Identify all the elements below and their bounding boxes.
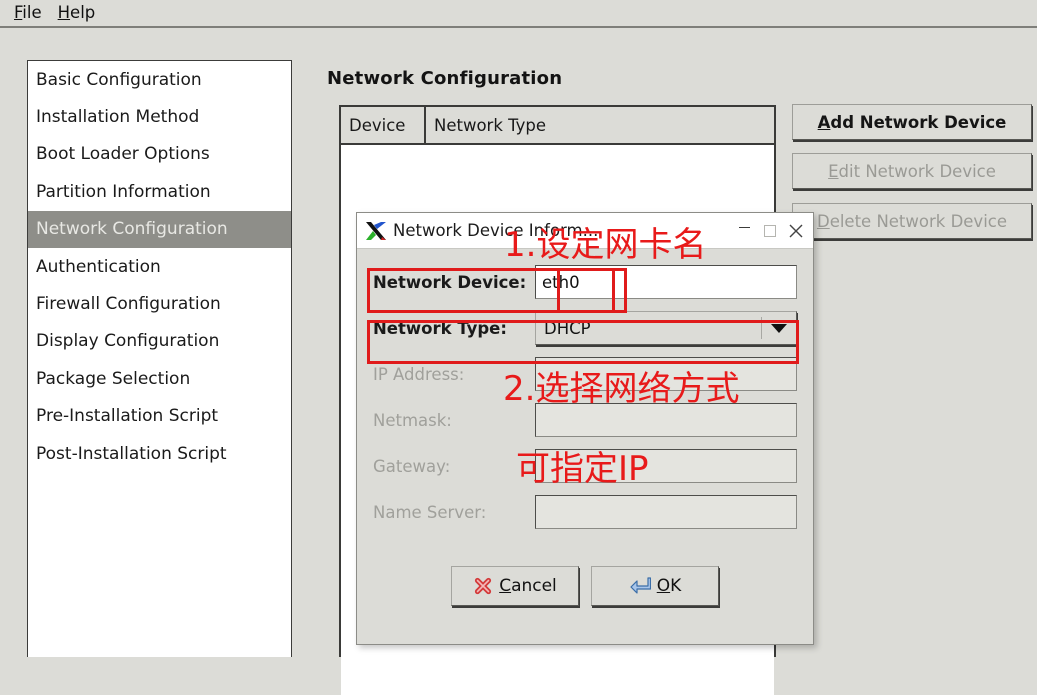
cancel-label: ancel [511, 576, 557, 596]
sidebar-item-authentication[interactable]: Authentication [28, 248, 291, 285]
sidebar-item-post-installation-script[interactable]: Post-Installation Script [28, 435, 291, 472]
table-column-header-device[interactable]: Device [341, 107, 426, 143]
dialog-form: Network Device: eth0 Network Type: DHCP … [357, 249, 813, 531]
page-title: Network Configuration [327, 68, 563, 89]
network-device-input[interactable]: eth0 [535, 265, 797, 299]
menu-item-file[interactable]: File [10, 3, 54, 23]
ok-button[interactable]: OK [591, 566, 719, 606]
field-row-netmask: Netmask: [373, 401, 797, 439]
close-icon[interactable] [783, 218, 809, 244]
field-row-gateway: Gateway: [373, 447, 797, 485]
gateway-label: Gateway: [373, 456, 451, 476]
add-button-label: dd Network Device [830, 112, 1007, 132]
edit-button-label: dit Network Device [838, 161, 996, 181]
menu-help-rest: elp [70, 3, 96, 22]
sidebar-item-boot-loader-options[interactable]: Boot Loader Options [28, 136, 291, 173]
edit-button-accel: E [828, 161, 839, 181]
sidebar-item-label: Display Configuration [36, 331, 220, 352]
minimize-button[interactable] [731, 218, 757, 244]
cancel-accel: C [499, 576, 512, 596]
red-x-icon [475, 577, 492, 595]
sidebar-item-label: Basic Configuration [36, 69, 202, 90]
name-server-input [535, 495, 797, 529]
field-row-network-device: Network Device: eth0 [373, 263, 797, 301]
ok-label: K [670, 576, 682, 596]
sidebar-item-label: Installation Method [36, 107, 200, 128]
ip-address-input [535, 357, 797, 391]
table-header-row: Device Network Type [341, 107, 774, 145]
field-row-name-server: Name Server: [373, 493, 797, 531]
sidebar-item-network-configuration[interactable]: Network Configuration [28, 210, 291, 248]
delete-network-device-button: Delete Network Device [792, 203, 1032, 239]
sidebar-item-label: Boot Loader Options [36, 144, 210, 165]
dialog-title: Network Device Inform... [393, 221, 599, 240]
sidebar-item-pre-installation-script[interactable]: Pre-Installation Script [28, 398, 291, 435]
chevron-down-icon[interactable] [762, 323, 796, 333]
sidebar-item-label: Network Configuration [36, 219, 228, 240]
dialog-button-row: Cancel OK [357, 566, 813, 606]
ip-address-label: IP Address: [373, 364, 465, 384]
add-network-device-button[interactable]: Add Network Device [792, 104, 1032, 140]
network-type-dropdown[interactable]: DHCP [535, 311, 797, 345]
sidebar-item-label: Pre-Installation Script [36, 406, 219, 427]
network-device-information-dialog: Network Device Inform... Network Device:… [356, 212, 814, 645]
network-type-value: DHCP [544, 318, 591, 338]
add-button-accel: A [817, 112, 831, 132]
sidebar-item-basic-configuration[interactable]: Basic Configuration [28, 61, 291, 98]
sidebar-item-label: Authentication [36, 256, 161, 277]
sidebar-item-package-selection[interactable]: Package Selection [28, 360, 291, 397]
sidebar-item-display-configuration[interactable]: Display Configuration [28, 323, 291, 360]
delete-button-label: elete Network Device [829, 211, 1008, 231]
sidebar-item-installation-method[interactable]: Installation Method [28, 98, 291, 135]
sidebar-item-label: Partition Information [36, 181, 211, 202]
cancel-button[interactable]: Cancel [451, 566, 579, 606]
gateway-input [535, 449, 797, 483]
delete-button-accel: D [816, 211, 830, 231]
sidebar-item-label: Firewall Configuration [36, 294, 221, 315]
maximize-button[interactable] [757, 218, 783, 244]
sidebar-item-label: Package Selection [36, 368, 191, 389]
dialog-title-bar[interactable]: Network Device Inform... [357, 213, 813, 249]
menu-file-rest: ile [22, 3, 42, 22]
menu-bar: File Help [0, 0, 1037, 28]
field-row-network-type: Network Type: DHCP [373, 309, 797, 347]
netmask-input [535, 403, 797, 437]
edit-network-device-button: Edit Network Device [792, 153, 1032, 189]
x-window-logo-icon [366, 221, 386, 240]
menu-item-help[interactable]: Help [54, 3, 108, 23]
sidebar-list[interactable]: Basic Configuration Installation Method … [27, 60, 292, 657]
menu-help-accel: H [57, 3, 71, 22]
network-type-label: Network Type: [373, 318, 507, 338]
sidebar-item-partition-information[interactable]: Partition Information [28, 173, 291, 210]
ok-accel: O [656, 576, 671, 596]
field-row-ip-address: IP Address: [373, 355, 797, 393]
network-device-label: Network Device: [373, 272, 527, 292]
name-server-label: Name Server: [373, 502, 487, 522]
netmask-label: Netmask: [373, 410, 452, 430]
table-column-header-network-type[interactable]: Network Type [426, 107, 774, 143]
blue-enter-arrow-icon [630, 577, 651, 594]
sidebar-item-label: Post-Installation Script [36, 443, 227, 464]
sidebar-item-firewall-configuration[interactable]: Firewall Configuration [28, 285, 291, 322]
